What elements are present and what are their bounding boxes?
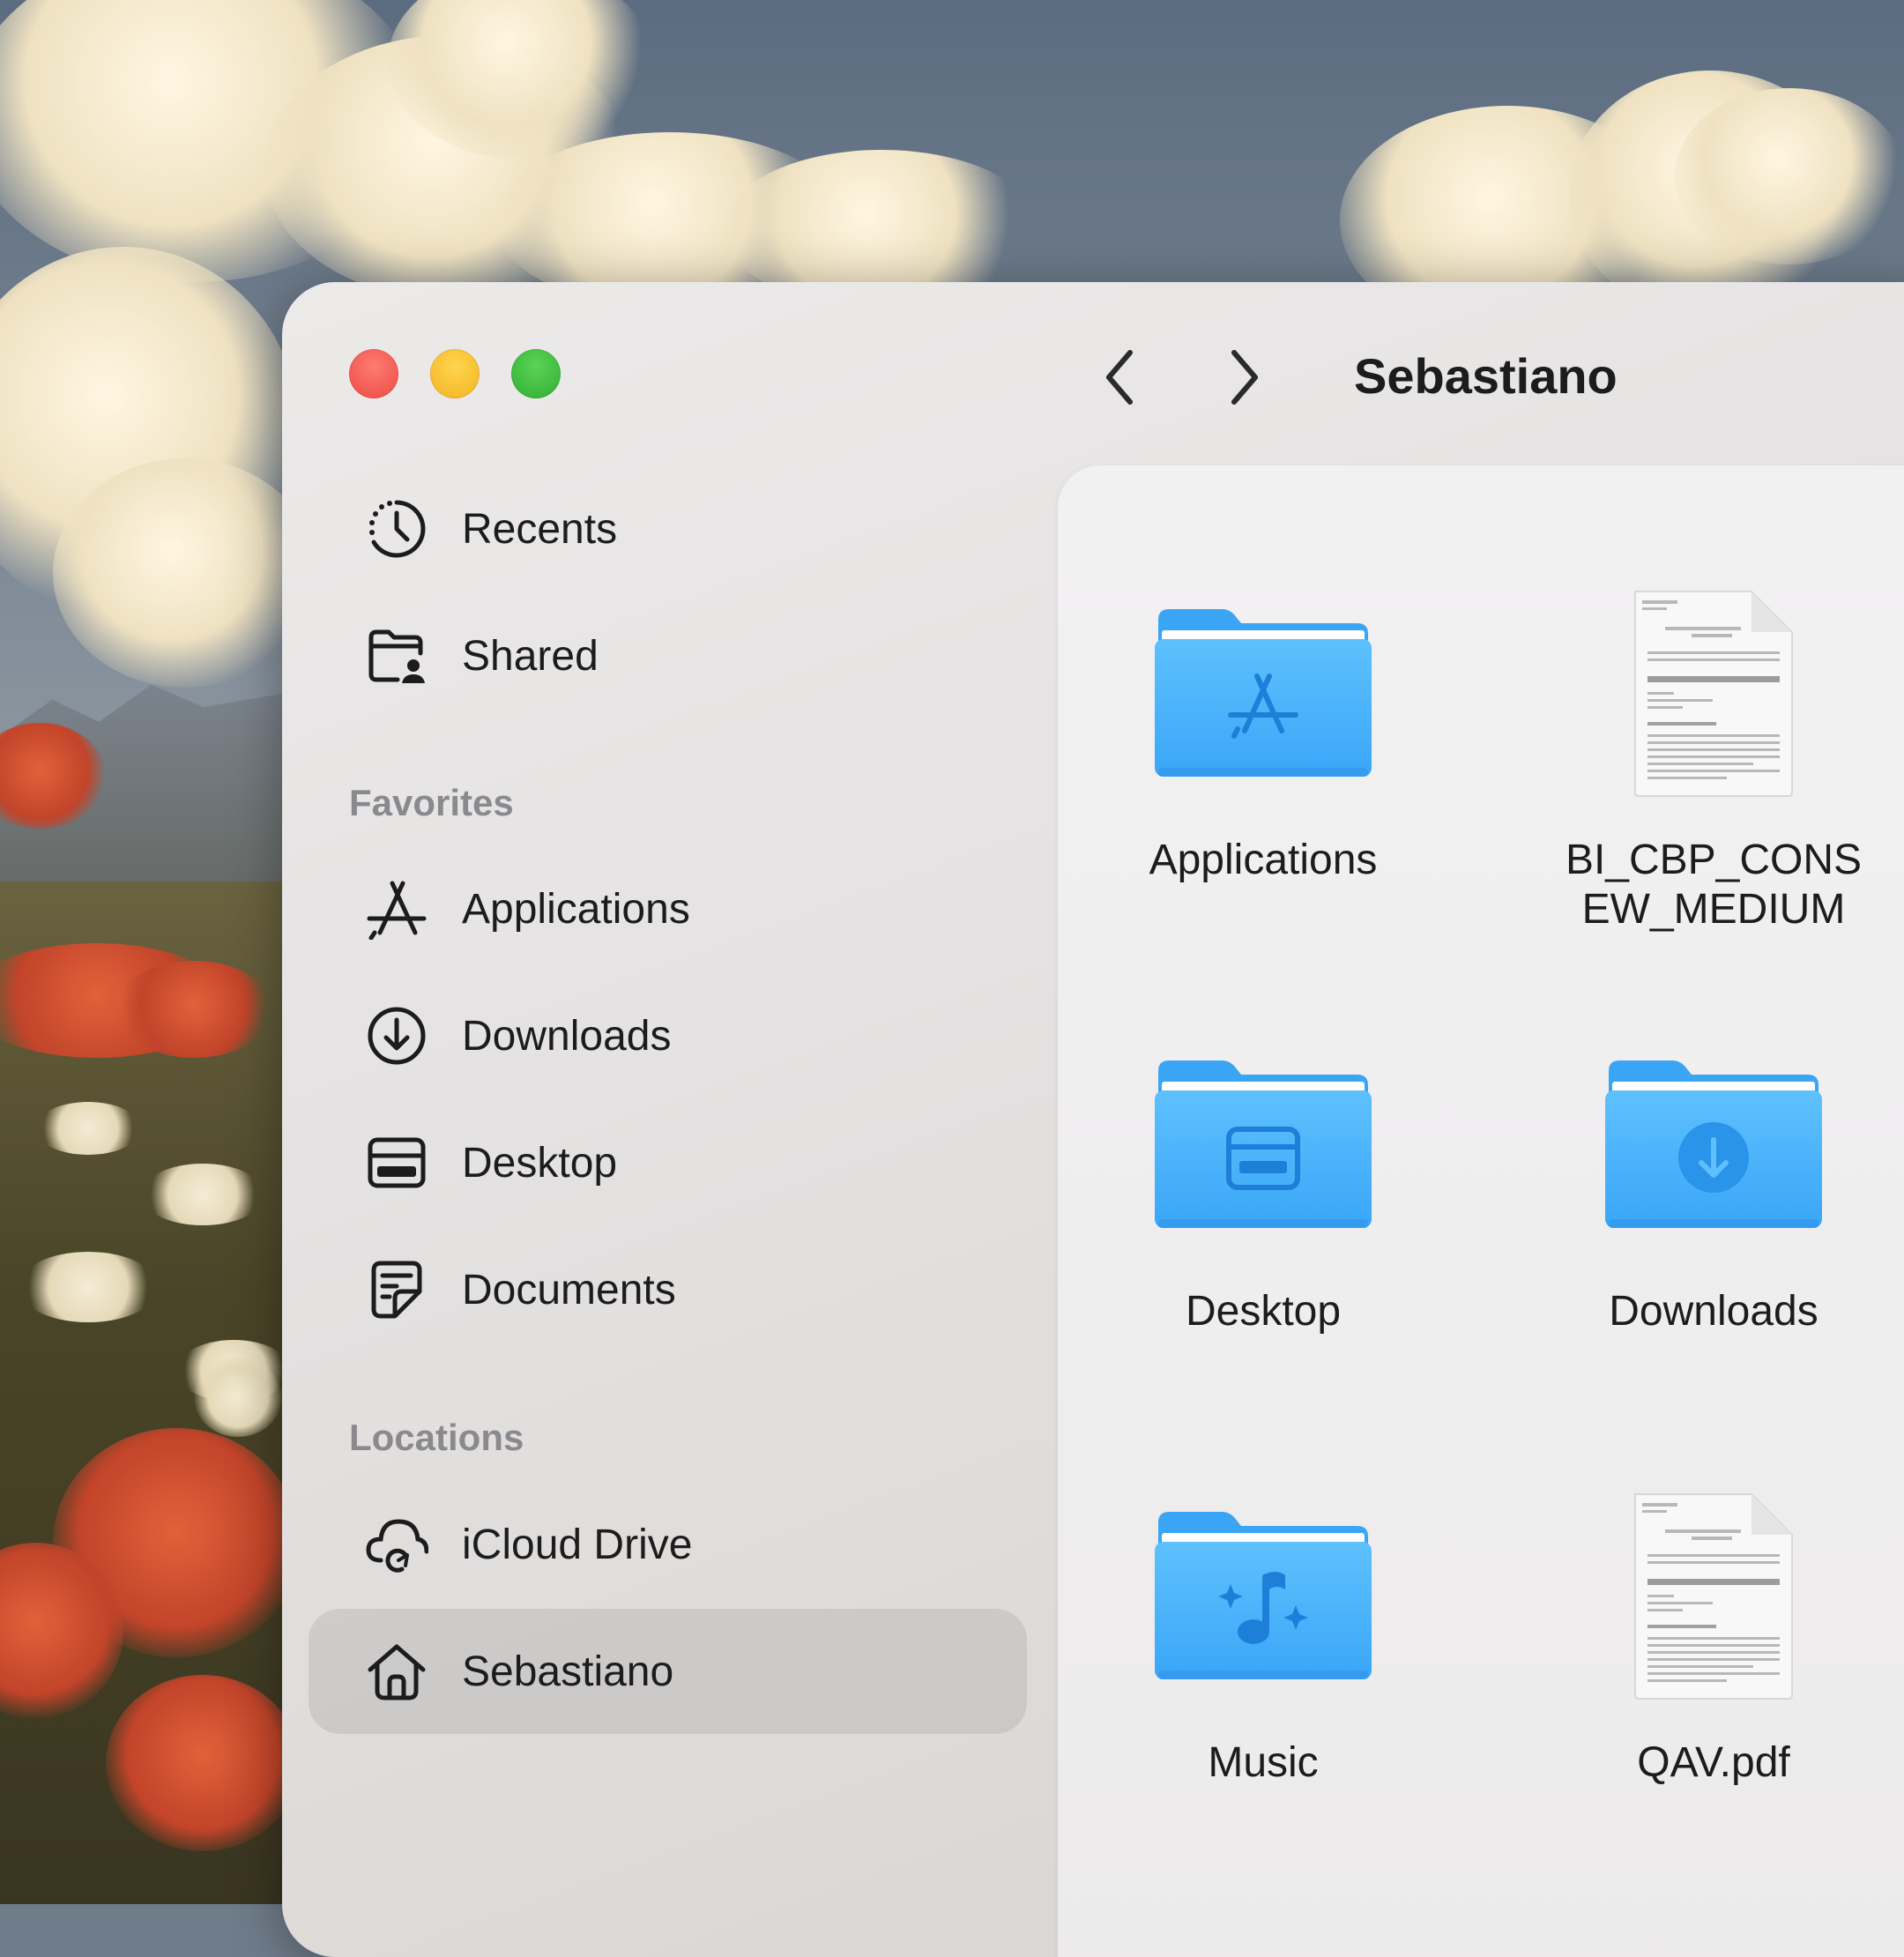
zoom-window-button[interactable] bbox=[511, 349, 561, 398]
locations-section-header: Locations bbox=[349, 1417, 524, 1458]
file-name: Music bbox=[1208, 1739, 1319, 1786]
file-item-music[interactable]: Music bbox=[1060, 1486, 1466, 1788]
downloads-folder-icon bbox=[1605, 1060, 1822, 1228]
favorites-section-header: Favorites bbox=[349, 782, 514, 823]
sidebar-item-label: Applications bbox=[462, 885, 690, 933]
download-circle-icon bbox=[365, 1004, 428, 1068]
desktop-icon bbox=[365, 1131, 428, 1194]
sidebar-item-downloads[interactable]: Downloads bbox=[309, 973, 1027, 1098]
sidebar-item-label: Shared bbox=[462, 632, 599, 680]
sidebar-item-label: Recents bbox=[462, 505, 618, 553]
file-name: BI_CBP_CONS EW_MEDIUM bbox=[1565, 837, 1863, 933]
music-folder-icon bbox=[1155, 1512, 1372, 1679]
file-item-qav-pdf[interactable]: QAV.pdf bbox=[1511, 1486, 1904, 1788]
sidebar-item-label: Desktop bbox=[462, 1139, 618, 1187]
applications-folder-icon bbox=[1155, 609, 1372, 777]
forward-button[interactable] bbox=[1216, 349, 1273, 406]
sidebar-item-icloud-drive[interactable]: iCloud Drive bbox=[309, 1482, 1027, 1607]
file-item-desktop[interactable]: Desktop bbox=[1060, 1035, 1466, 1336]
file-item-applications[interactable]: Applications bbox=[1060, 584, 1466, 885]
document-icon bbox=[365, 1258, 428, 1321]
sidebar-item-recents[interactable]: Recents bbox=[309, 466, 1027, 592]
sidebar-item-sebastiano[interactable]: Sebastiano bbox=[309, 1609, 1027, 1734]
sidebar-item-desktop[interactable]: Desktop bbox=[309, 1100, 1027, 1225]
sidebar-item-shared[interactable]: Shared bbox=[309, 593, 1027, 718]
home-icon bbox=[365, 1640, 428, 1703]
file-item-downloads[interactable]: Downloads bbox=[1511, 1035, 1904, 1336]
pdf-thumbnail-icon bbox=[1634, 1493, 1793, 1700]
sidebar-item-label: Documents bbox=[462, 1266, 676, 1313]
sidebar-item-applications[interactable]: Applications bbox=[309, 846, 1027, 971]
sidebar-item-documents[interactable]: Documents bbox=[309, 1227, 1027, 1352]
back-button[interactable] bbox=[1091, 349, 1148, 406]
window-title: Sebastiano bbox=[1354, 348, 1618, 404]
file-item-bi-cbp-document[interactable]: BI_CBP_CONS EW_MEDIUM bbox=[1511, 584, 1904, 934]
chevron-left-icon bbox=[1106, 350, 1133, 405]
finder-window: Sebastiano Recents Shared Favorites Appl… bbox=[282, 282, 1904, 1957]
icloud-icon bbox=[365, 1513, 428, 1576]
file-name: QAV.pdf bbox=[1637, 1739, 1790, 1786]
file-name: Downloads bbox=[1609, 1288, 1818, 1335]
document-thumbnail-icon bbox=[1634, 591, 1793, 797]
sidebar-item-label: iCloud Drive bbox=[462, 1521, 693, 1568]
shared-folder-icon bbox=[365, 624, 428, 688]
file-name: Applications bbox=[1149, 837, 1378, 883]
chevron-right-icon bbox=[1231, 350, 1258, 405]
close-window-button[interactable] bbox=[349, 349, 398, 398]
clock-icon bbox=[365, 497, 428, 561]
desktop-folder-icon bbox=[1155, 1060, 1372, 1228]
sidebar-item-label: Sebastiano bbox=[462, 1648, 674, 1695]
file-grid: Applications BI_CBP_CONS EW_MEDIUM Deskt… bbox=[1058, 465, 1904, 1957]
app-store-icon bbox=[365, 877, 428, 941]
sidebar-item-label: Downloads bbox=[462, 1012, 672, 1060]
minimize-window-button[interactable] bbox=[430, 349, 480, 398]
file-name: Desktop bbox=[1185, 1288, 1342, 1335]
